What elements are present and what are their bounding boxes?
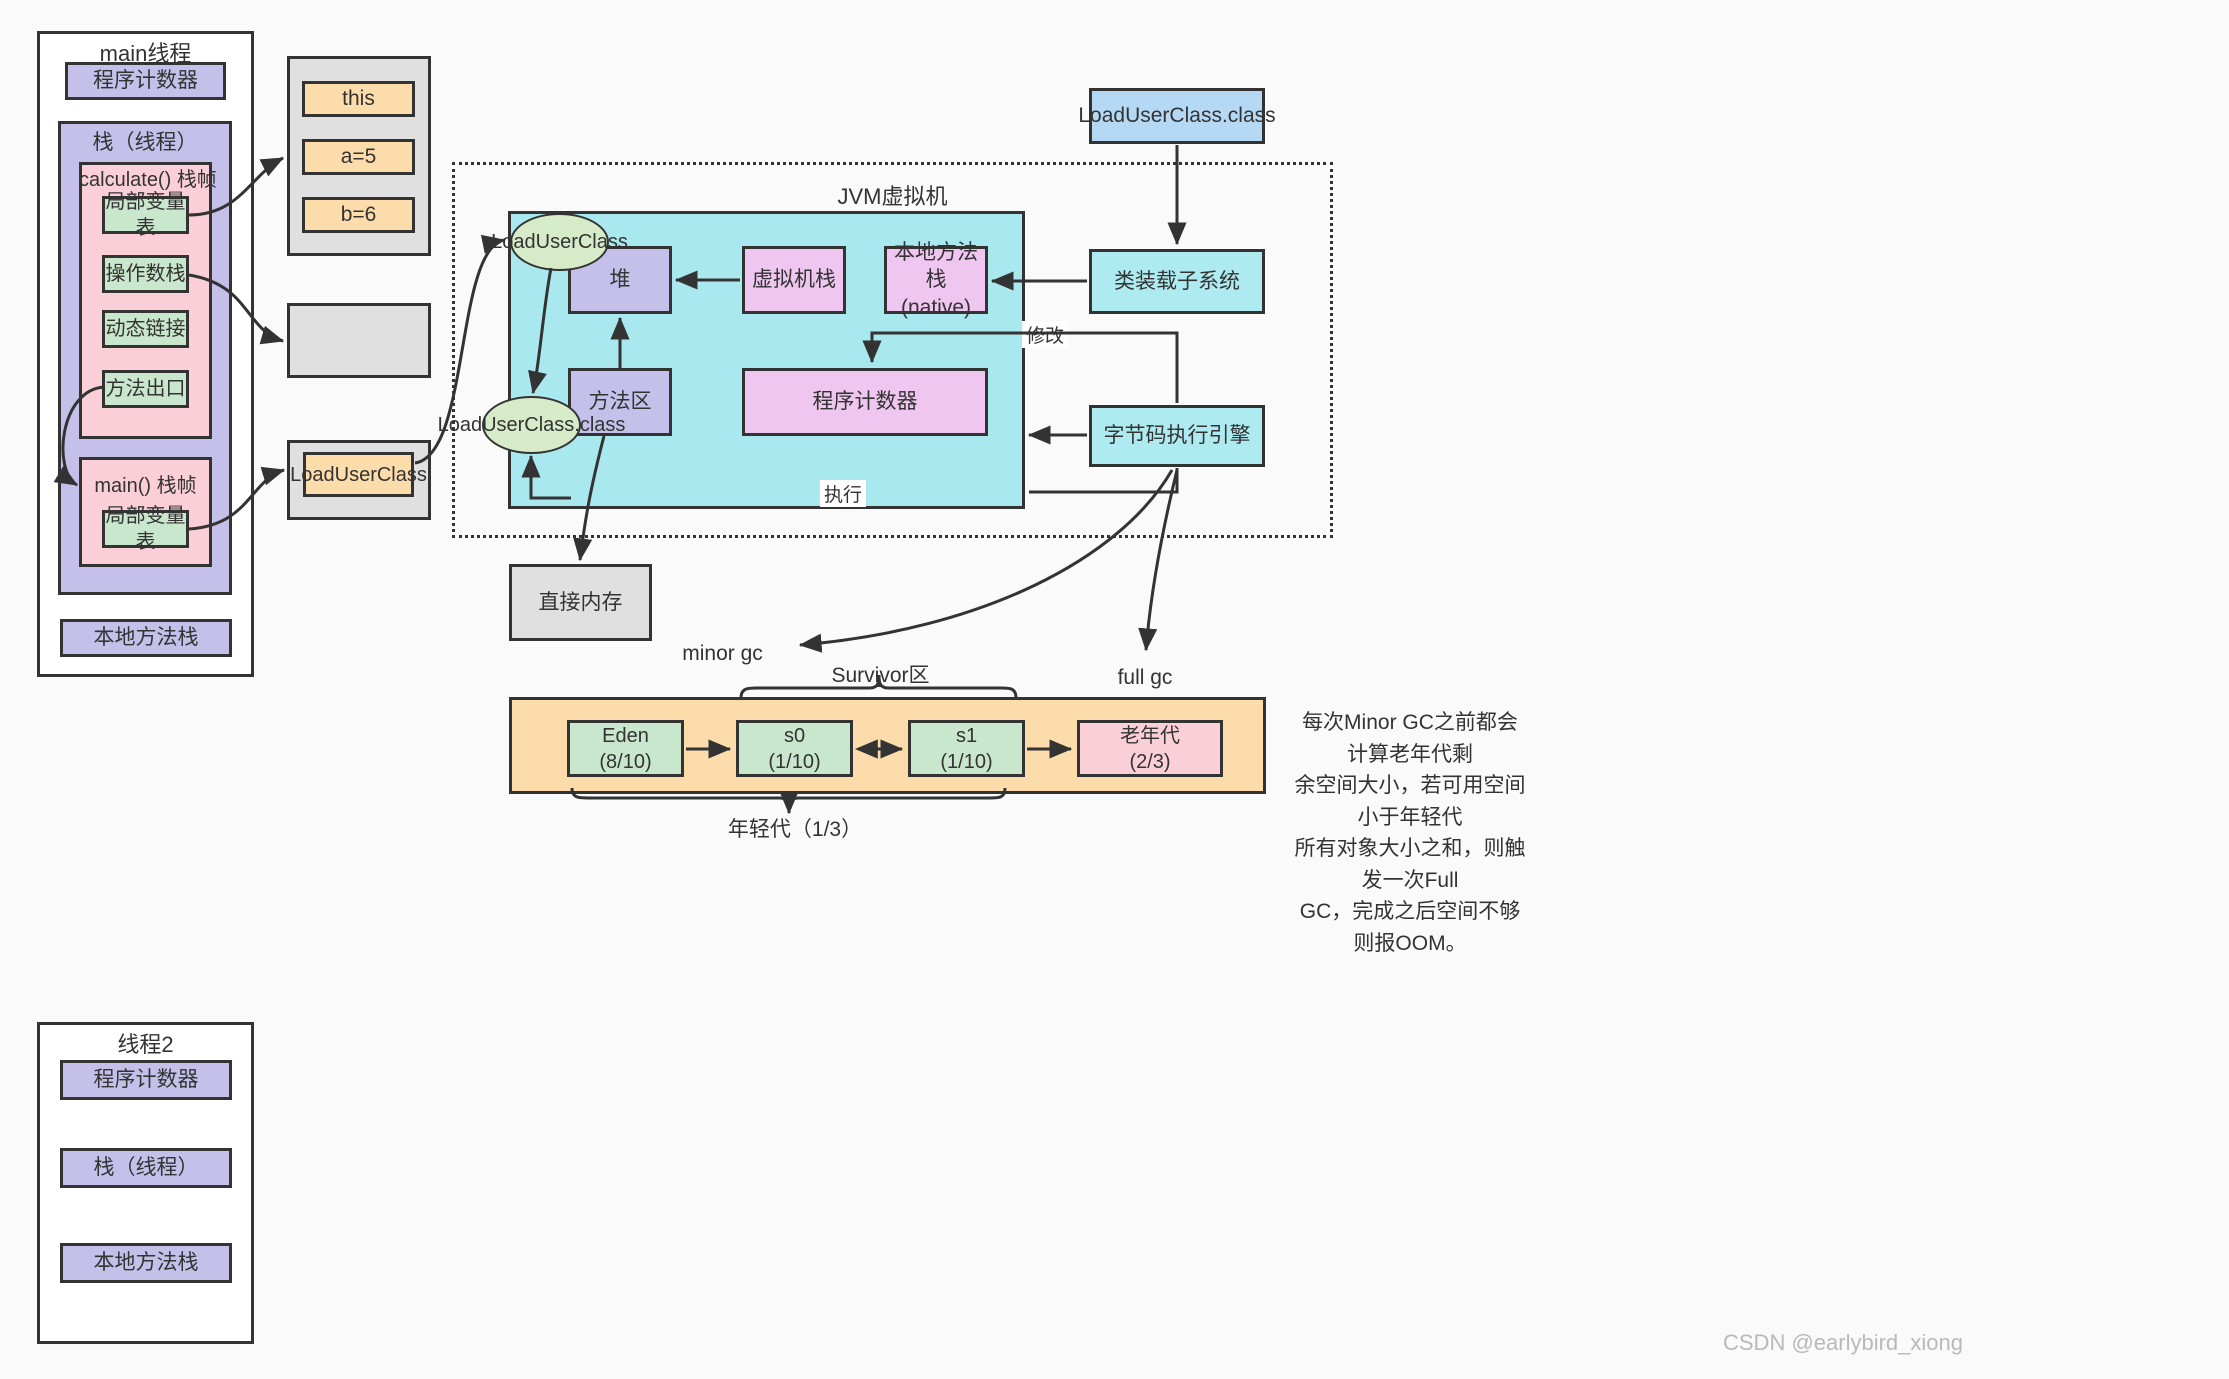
region-s0-name: s0 — [783, 724, 806, 747]
main-thread-native-stack: 本地方法栈 — [60, 619, 232, 657]
main-thread-pc: 程序计数器 — [65, 62, 226, 100]
region-old-gen-ratio: (2/3) — [1129, 750, 1171, 773]
ellipse-loaduserclass-class: LoadUserClass.class — [438, 396, 625, 454]
region-s1-name: s1 — [955, 724, 978, 747]
class-file-box: LoadUserClass.class — [1078, 88, 1276, 144]
var-this: this — [302, 81, 415, 117]
exec-label: 执行 — [820, 480, 867, 507]
thread2-title: 线程2 — [117, 1032, 174, 1057]
calculate-slot-operand-stack: 操作数栈 — [102, 255, 189, 293]
thread2-native-stack: 本地方法栈 — [60, 1243, 232, 1283]
jvm-native-method-stack-label: 本地方法栈 (native) — [894, 241, 978, 319]
region-s0: s0 (1/10) — [736, 720, 853, 777]
ellipse-loaduserclass-class-label: LoadUserClass.class — [437, 413, 626, 436]
calculate-slot-method-exit: 方法出口 — [102, 370, 189, 408]
var-a: a=5 — [302, 139, 415, 175]
var-loaduserclass: LoadUserClass — [290, 452, 427, 497]
diagram-canvas: main线程 程序计数器 栈（线程） calculate() 栈帧 局部变量表 … — [0, 0, 2229, 1379]
survivor-label: Survivor区 — [831, 664, 930, 687]
main-thread-stack-title: 栈（线程） — [92, 131, 198, 154]
jvm-vm-stack: 虚拟机栈 — [742, 246, 846, 314]
region-old-gen: 老年代 (2/3) — [1077, 720, 1223, 777]
region-s0-ratio: (1/10) — [768, 750, 821, 773]
classloader-box: 类装载子系统 — [1089, 249, 1265, 314]
calculate-slot-dynamic-link: 动态链接 — [102, 310, 189, 348]
var-b: b=6 — [302, 197, 415, 233]
region-eden-ratio: (8/10) — [599, 750, 652, 773]
thread2-stack: 栈（线程） — [60, 1148, 232, 1188]
region-eden-name: Eden — [602, 724, 649, 747]
region-s1-ratio: (1/10) — [940, 750, 993, 773]
region-eden: Eden (8/10) — [567, 720, 684, 777]
young-gen-label: 年轻代（1/3） — [727, 818, 863, 841]
region-old-gen-name: 老年代 — [1120, 724, 1180, 747]
main-frame-slot-local-vars: 局部变量表 — [102, 505, 189, 553]
direct-memory-box: 直接内存 — [509, 564, 652, 641]
minor-gc-label: minor gc — [682, 642, 763, 665]
thread2-pc: 程序计数器 — [60, 1060, 232, 1100]
calculate-slot-local-vars: 局部变量表 — [102, 191, 189, 239]
main-frame-title: main() 栈帧 — [94, 475, 197, 497]
modify-label: 修改 — [1022, 321, 1069, 348]
gc-note: 每次Minor GC之前都会计算老年代剩 余空间大小，若可用空间小于年轻代 所有… — [1294, 711, 1526, 955]
local-var-group-2 — [287, 303, 431, 378]
jvm-pc-register: 程序计数器 — [742, 368, 988, 436]
jvm-title: JVM虚拟机 — [837, 184, 948, 209]
region-s1: s1 (1/10) — [908, 720, 1025, 777]
csdn-watermark: CSDN @earlybird_xiong — [1723, 1330, 1963, 1355]
ellipse-loaduserclass: LoadUserClass — [491, 213, 628, 271]
ellipse-loaduserclass-label: LoadUserClass — [491, 230, 628, 253]
jvm-native-method-stack: 本地方法栈 (native) — [884, 241, 988, 319]
full-gc-label: full gc — [1117, 666, 1173, 689]
execution-engine-box: 字节码执行引擎 — [1089, 405, 1265, 467]
